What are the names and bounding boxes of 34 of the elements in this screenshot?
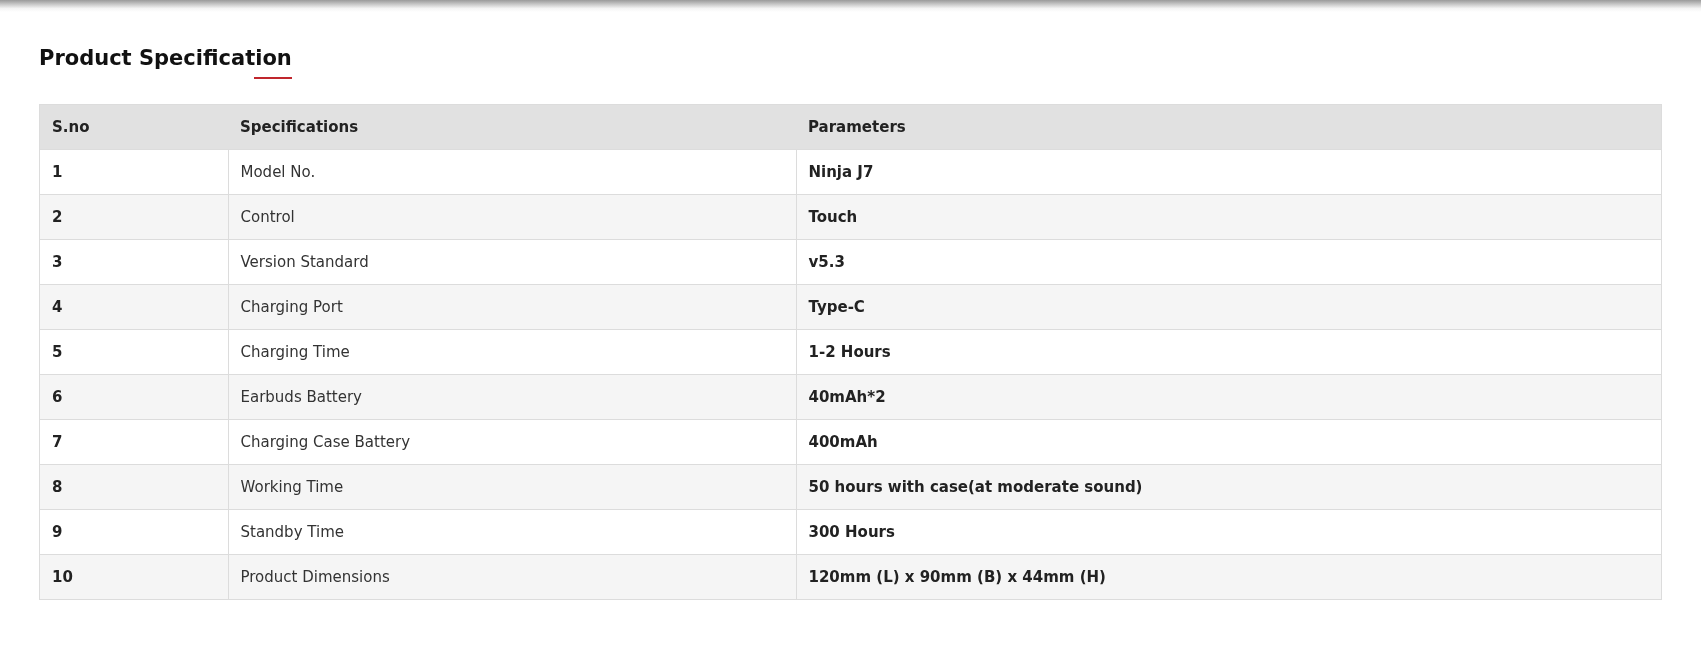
table-cell: 120mm (L) x 90mm (B) x 44mm (H) — [796, 554, 1662, 600]
table-cell: Model No. — [228, 149, 796, 195]
table-cell: 4 — [39, 284, 228, 330]
table-cell: 7 — [39, 419, 228, 465]
table-cell: Type-C — [796, 284, 1662, 330]
table-cell: Charging Case Battery — [228, 419, 796, 465]
table-cell: Charging Time — [228, 329, 796, 375]
column-header: Specifications — [228, 104, 796, 150]
table-cell: 40mAh*2 — [796, 374, 1662, 420]
column-header: S.no — [39, 104, 228, 150]
table-cell: 8 — [39, 464, 228, 510]
table-cell: 10 — [39, 554, 228, 600]
table-cell: Ninja J7 — [796, 149, 1662, 195]
table-cell: 50 hours with case(at moderate sound) — [796, 464, 1662, 510]
section-title: Product Specification — [39, 45, 292, 72]
table-cell: v5.3 — [796, 239, 1662, 285]
column-header: Parameters — [796, 104, 1662, 150]
table-cell: 5 — [39, 329, 228, 375]
table-cell: Working Time — [228, 464, 796, 510]
table-cell: 6 — [39, 374, 228, 420]
table-cell: Control — [228, 194, 796, 240]
table-cell: 1 — [39, 149, 228, 195]
table-cell: 2 — [39, 194, 228, 240]
table-cell: Version Standard — [228, 239, 796, 285]
table-cell: Charging Port — [228, 284, 796, 330]
table-cell: 1-2 Hours — [796, 329, 1662, 375]
table-cell: Earbuds Battery — [228, 374, 796, 420]
table-cell: 9 — [39, 509, 228, 555]
table-cell: 3 — [39, 239, 228, 285]
table-cell: Product Dimensions — [228, 554, 796, 600]
table-cell: 300 Hours — [796, 509, 1662, 555]
table-cell: Touch — [796, 194, 1662, 240]
table-cell: Standby Time — [228, 509, 796, 555]
table-cell: 400mAh — [796, 419, 1662, 465]
